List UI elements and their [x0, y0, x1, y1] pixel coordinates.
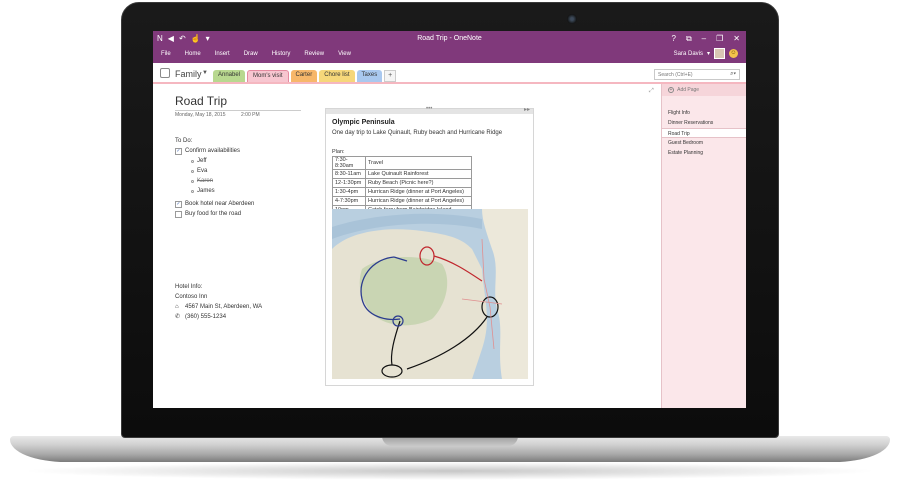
page-item-guest-bedroom[interactable]: Guest Bedroom	[662, 138, 746, 148]
page-canvas[interactable]: ⤢ Road Trip Monday, May 18, 2015 2:00 PM…	[153, 84, 661, 408]
page-time: 2:00 PM	[241, 112, 260, 118]
page-title[interactable]: Road Trip	[175, 94, 227, 108]
plan-table[interactable]: 7:30-8:30am Travel 8:30-11am Lake Quinault…	[332, 156, 472, 215]
note-container[interactable]: ••• ▸▸ Olympic Peninsula One day trip to…	[325, 106, 534, 386]
section-tab-taxes[interactable]: Taxes	[356, 70, 383, 82]
window-controls: ? ⧉ – ❐ ✕	[672, 34, 741, 44]
screen: N ◀ ↶ ☝ ▾ Road Trip - OneNote ? ⧉ – ❐ ✕ …	[153, 31, 746, 408]
page-list-items: Flight Info Dinner Reservations Road Tri…	[662, 108, 746, 158]
webcam	[567, 14, 577, 24]
hotel-label: Hotel Info:	[175, 284, 203, 290]
section-tabs: Annabel Mom's visit Carter Chore list Ta…	[213, 70, 397, 82]
table-row[interactable]: 8:30-11am Lake Quinault Rainforest	[332, 169, 472, 179]
plan-label: Plan:	[332, 149, 345, 155]
todo-label: To Do:	[175, 138, 193, 144]
hotel-info: Hotel Info: Contoso Inn ⌂ 4567 Main St, …	[175, 282, 262, 322]
table-row[interactable]: 1:30-4pm Hurrican Ridge (dinner at Port A…	[332, 187, 472, 197]
list-item[interactable]: ✓ Confirm availabilities	[175, 146, 254, 156]
table-row[interactable]: 7:30-8:30am Travel	[332, 156, 472, 170]
hotel-address-row: ⌂ 4567 Main St, Aberdeen, WA	[175, 302, 262, 312]
feedback-smiley-icon[interactable]: ☺	[729, 49, 738, 58]
tab-history[interactable]: History	[272, 51, 291, 57]
container-title: Olympic Peninsula	[332, 119, 395, 126]
bullet-icon	[191, 179, 194, 183]
tab-file[interactable]: File	[161, 51, 171, 57]
notebook-dropdown-icon[interactable]: ▼	[202, 70, 208, 76]
notebook-bar: Family ▼ Annabel Mom's visit Carter Chor…	[153, 63, 746, 84]
container-handle[interactable]: ••• ▸▸	[326, 106, 533, 114]
list-item[interactable]: Buy food for the road	[175, 209, 254, 219]
bullet-icon	[191, 159, 194, 163]
resize-handle-icon[interactable]: ▸▸	[524, 106, 530, 113]
section-tab-annabel[interactable]: Annabel	[213, 70, 246, 82]
list-item[interactable]: Eva	[175, 166, 254, 176]
home-icon: ⌂	[175, 304, 179, 310]
checkbox-checked-icon[interactable]: ✓	[175, 147, 182, 155]
page-date: Monday, May 18, 2015	[175, 112, 226, 118]
tab-review[interactable]: Review	[304, 51, 324, 57]
minimize-icon[interactable]: –	[702, 34, 706, 44]
expand-icon[interactable]: ⤢	[649, 88, 654, 95]
tab-insert[interactable]: Insert	[215, 51, 230, 57]
move-handle-icon[interactable]: •••	[426, 106, 432, 112]
title-underline	[175, 110, 301, 111]
hotel-name: Contoso Inn	[175, 294, 208, 300]
map-drawing	[332, 209, 528, 379]
restore-icon[interactable]: ❐	[716, 34, 723, 44]
bullet-icon	[191, 189, 194, 193]
section-tab-carter[interactable]: Carter	[290, 70, 318, 82]
todo-list: To Do: ✓ Confirm availabilities Jeff Eva…	[175, 136, 254, 219]
hotel-address: 4567 Main St, Aberdeen, WA	[185, 304, 263, 310]
section-tab-moms-visit[interactable]: Mom's visit	[247, 70, 289, 82]
checkbox-unchecked-icon[interactable]	[175, 210, 182, 218]
phone-icon: ✆	[175, 314, 181, 320]
list-item[interactable]: Jeff	[175, 156, 254, 166]
checkbox-checked-icon[interactable]: ✓	[175, 200, 182, 208]
add-page-button[interactable]: + Add Page	[662, 84, 746, 96]
avatar[interactable]	[714, 48, 725, 59]
list-item[interactable]: ✓ Book hotel near Aberdeen	[175, 199, 254, 209]
page-list: + Add Page Flight Info Dinner Reservatio…	[661, 84, 746, 408]
page-item-flight-info[interactable]: Flight Info	[662, 108, 746, 118]
search-placeholder: Search (Ctrl+E)	[658, 72, 693, 78]
title-bar: N ◀ ↶ ☝ ▾ Road Trip - OneNote ? ⧉ – ❐ ✕	[153, 31, 746, 48]
map-image[interactable]	[332, 209, 528, 379]
tab-draw[interactable]: Draw	[244, 51, 258, 57]
map-land-east	[482, 209, 528, 379]
page-item-dinner-reservations[interactable]: Dinner Reservations	[662, 118, 746, 128]
user-menu-chevron-icon[interactable]: ▾	[707, 50, 710, 57]
add-section-button[interactable]: +	[384, 70, 397, 82]
tab-home[interactable]: Home	[185, 51, 201, 57]
search-input[interactable]: Search (Ctrl+E) ⌕▾	[654, 69, 740, 80]
table-row[interactable]: 12-1:30pm Ruby Beach (Picnic here?)	[332, 178, 472, 188]
ribbon-tabs: File Home Insert Draw History Review Vie…	[161, 51, 351, 57]
tab-view[interactable]: View	[338, 51, 351, 57]
help-icon[interactable]: ?	[672, 34, 676, 44]
window-title: Road Trip - OneNote	[417, 35, 482, 42]
page-item-estate-planning[interactable]: Estate Planning	[662, 148, 746, 158]
notebook-icon[interactable]	[160, 68, 170, 78]
table-row[interactable]: 4-7:30pm Hurrican Ridge (dinner at Port A…	[332, 196, 472, 206]
fullscreen-icon[interactable]: ⧉	[686, 34, 692, 44]
user-account[interactable]: Sara Davis ▾ ☺	[674, 48, 738, 59]
section-tab-chore-list[interactable]: Chore list	[319, 70, 355, 82]
close-icon[interactable]: ✕	[733, 34, 740, 44]
list-item[interactable]: Karen	[175, 176, 254, 186]
search-icon[interactable]: ⌕▾	[730, 71, 736, 78]
ribbon: File Home Insert Draw History Review Vie…	[153, 48, 746, 63]
hotel-phone-row: ✆ (360) 555-1234	[175, 312, 262, 322]
user-name: Sara Davis	[673, 50, 703, 57]
container-subtitle: One day trip to Lake Quinault, Ruby beac…	[332, 130, 503, 136]
hotel-phone[interactable]: (360) 555-1234	[185, 312, 226, 322]
bullet-icon	[191, 169, 194, 173]
laptop-shadow	[20, 462, 880, 480]
add-icon: +	[668, 87, 674, 93]
page-item-road-trip[interactable]: Road Trip	[662, 128, 746, 138]
notebook-name[interactable]: Family	[175, 69, 202, 79]
list-item[interactable]: James	[175, 186, 254, 196]
